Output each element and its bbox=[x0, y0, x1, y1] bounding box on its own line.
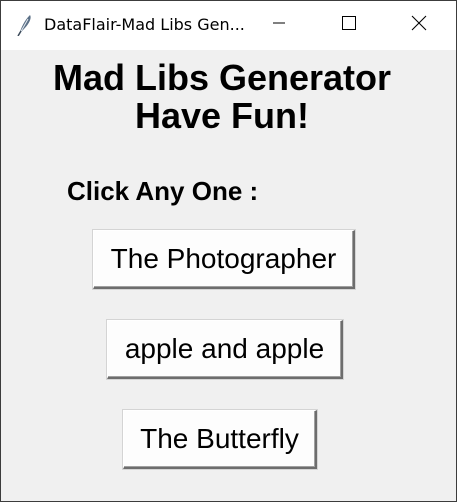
maximize-button[interactable] bbox=[314, 1, 384, 50]
window-title: DataFlair-Mad Libs Gen... bbox=[44, 15, 245, 34]
maximize-icon bbox=[341, 15, 357, 36]
close-button[interactable] bbox=[384, 1, 454, 50]
title-bar[interactable]: DataFlair-Mad Libs Gen... bbox=[1, 1, 456, 50]
button-label: The Photographer bbox=[110, 243, 337, 274]
button-label: The Butterfly bbox=[140, 423, 299, 454]
apple-and-apple-button[interactable]: apple and apple bbox=[107, 320, 343, 379]
button-label: apple and apple bbox=[124, 333, 325, 364]
minimize-button[interactable] bbox=[244, 1, 314, 50]
prompt-label: Click Any One : bbox=[67, 176, 259, 206]
minimize-icon bbox=[272, 16, 286, 35]
app-window: DataFlair-Mad Libs Gen... Mad Libs Gener… bbox=[0, 0, 457, 502]
title-line-1: Mad Libs Generator bbox=[52, 57, 392, 98]
main-content: Mad Libs Generator Have Fun! Click Any O… bbox=[1, 50, 456, 501]
title-line-2: Have Fun! bbox=[134, 95, 310, 136]
feather-icon bbox=[15, 14, 35, 37]
close-icon bbox=[411, 15, 427, 36]
page-title: Mad Libs Generator Have Fun! bbox=[1, 59, 443, 135]
the-photographer-button[interactable]: The Photographer bbox=[93, 230, 355, 289]
the-butterfly-button[interactable]: The Butterfly bbox=[123, 410, 317, 469]
